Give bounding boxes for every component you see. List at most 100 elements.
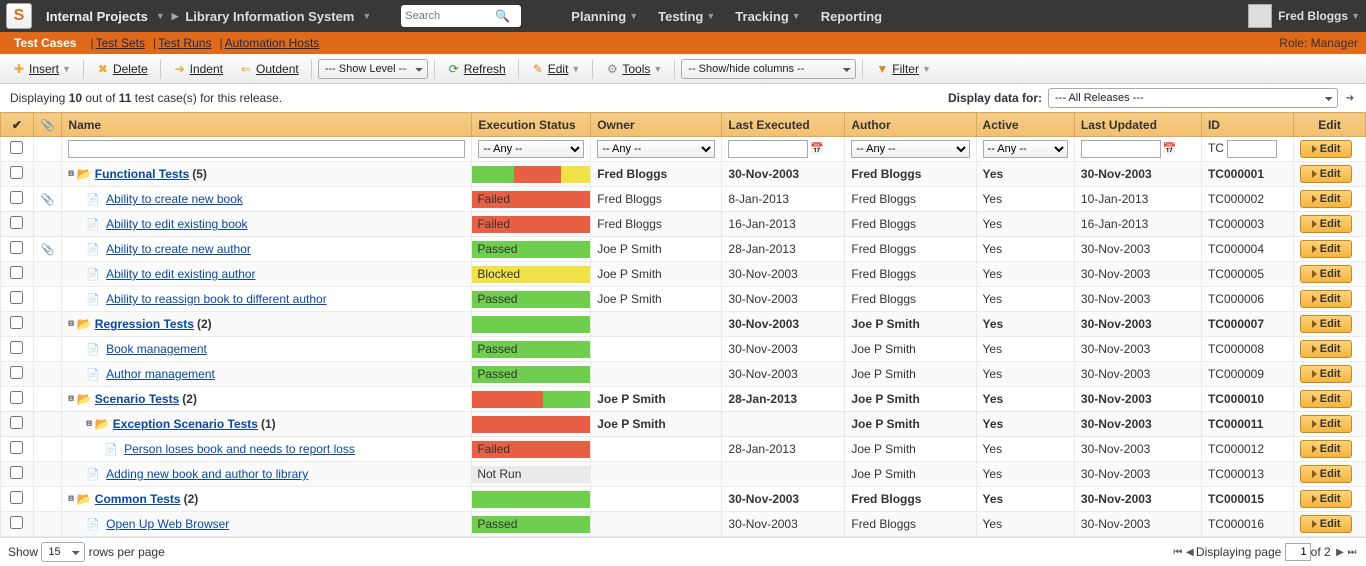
- test-case-link[interactable]: Ability to reassign book to different au…: [106, 292, 327, 306]
- page-input[interactable]: [1285, 543, 1311, 561]
- calendar-icon[interactable]: 📅: [1163, 143, 1177, 155]
- row-checkbox[interactable]: [10, 291, 23, 304]
- col-last-updated[interactable]: Last Updated: [1074, 113, 1201, 137]
- edit-row-button[interactable]: Edit: [1300, 490, 1352, 508]
- row-checkbox[interactable]: [10, 266, 23, 279]
- calendar-icon[interactable]: 📅: [810, 143, 824, 155]
- last-page-icon[interactable]: ⏭: [1346, 546, 1358, 559]
- app-logo[interactable]: S: [6, 3, 32, 29]
- filter-lastexec-input[interactable]: [728, 140, 808, 158]
- test-case-link[interactable]: Open Up Web Browser: [106, 517, 229, 531]
- filter-owner-select[interactable]: -- Any --: [597, 140, 715, 158]
- col-owner[interactable]: Owner: [591, 113, 722, 137]
- show-level-select[interactable]: --- Show Level ---: [318, 59, 428, 79]
- tab-automation-hosts[interactable]: Automation Hosts: [225, 36, 320, 50]
- test-folder-link[interactable]: Exception Scenario Tests: [113, 417, 258, 431]
- row-checkbox[interactable]: [10, 491, 23, 504]
- test-case-link[interactable]: Adding new book and author to library: [106, 467, 308, 481]
- select-all-checkbox[interactable]: [10, 141, 23, 154]
- edit-row-button[interactable]: Edit: [1300, 365, 1352, 383]
- prev-page-icon[interactable]: ◀: [1184, 546, 1196, 559]
- expand-icon[interactable]: ⊟: [68, 494, 73, 504]
- test-folder-link[interactable]: Regression Tests: [95, 317, 194, 331]
- test-case-link[interactable]: Ability to create new book: [106, 192, 243, 206]
- col-exec-status[interactable]: Execution Status: [472, 113, 591, 137]
- col-id[interactable]: ID: [1201, 113, 1293, 137]
- filter-name-input[interactable]: [68, 140, 465, 158]
- row-checkbox[interactable]: [10, 466, 23, 479]
- row-checkbox[interactable]: [10, 166, 23, 179]
- test-case-link[interactable]: Ability to create new author: [106, 242, 251, 256]
- row-checkbox[interactable]: [10, 316, 23, 329]
- edit-row-button[interactable]: Edit: [1300, 390, 1352, 408]
- row-checkbox[interactable]: [10, 191, 23, 204]
- filter-edit-button[interactable]: Edit: [1300, 140, 1352, 158]
- row-checkbox[interactable]: [10, 516, 23, 529]
- row-checkbox[interactable]: [10, 216, 23, 229]
- test-case-link[interactable]: Person loses book and needs to report lo…: [124, 442, 355, 456]
- chevron-down-icon[interactable]: ▼: [156, 11, 165, 21]
- col-active[interactable]: Active: [976, 113, 1074, 137]
- refresh-button[interactable]: ⟳Refresh: [441, 60, 512, 78]
- tab-test-sets[interactable]: Test Sets: [96, 36, 145, 50]
- insert-button[interactable]: ✚Insert▼: [6, 60, 77, 78]
- search-input[interactable]: [405, 10, 495, 22]
- edit-row-button[interactable]: Edit: [1300, 440, 1352, 458]
- nav-planning[interactable]: Planning▼: [571, 9, 638, 24]
- row-checkbox[interactable]: [10, 341, 23, 354]
- test-folder-link[interactable]: Common Tests: [95, 492, 181, 506]
- expand-icon[interactable]: ⊟: [68, 319, 73, 329]
- go-icon[interactable]: ➔: [1344, 92, 1356, 105]
- test-case-link[interactable]: Author management: [106, 367, 215, 381]
- rows-per-page-select[interactable]: 15: [41, 542, 85, 562]
- edit-row-button[interactable]: Edit: [1300, 290, 1352, 308]
- breadcrumb-project-name[interactable]: Library Information System: [185, 9, 354, 24]
- test-folder-link[interactable]: Functional Tests: [95, 167, 189, 181]
- search-box[interactable]: 🔍: [401, 5, 521, 27]
- indent-button[interactable]: ➔Indent: [167, 60, 229, 78]
- expand-icon[interactable]: ⊟: [68, 169, 73, 179]
- test-case-link[interactable]: Ability to edit existing author: [106, 267, 255, 281]
- edit-row-button[interactable]: Edit: [1300, 265, 1352, 283]
- filter-lastupd-input[interactable]: [1081, 140, 1161, 158]
- nav-tracking[interactable]: Tracking▼: [735, 9, 800, 24]
- filter-button[interactable]: ▼Filter▼: [869, 60, 937, 78]
- filter-active-select[interactable]: -- Any --: [983, 140, 1068, 158]
- edit-row-button[interactable]: Edit: [1300, 340, 1352, 358]
- filter-author-select[interactable]: -- Any --: [851, 140, 969, 158]
- edit-row-button[interactable]: Edit: [1300, 515, 1352, 533]
- breadcrumb-projects[interactable]: Internal Projects: [46, 9, 148, 24]
- test-folder-link[interactable]: Scenario Tests: [95, 392, 179, 406]
- row-checkbox[interactable]: [10, 416, 23, 429]
- test-case-link[interactable]: Book management: [106, 342, 207, 356]
- nav-testing[interactable]: Testing▼: [658, 9, 715, 24]
- edit-row-button[interactable]: Edit: [1300, 240, 1352, 258]
- edit-row-button[interactable]: Edit: [1300, 415, 1352, 433]
- tab-test-cases[interactable]: Test Cases: [8, 33, 82, 53]
- releases-select[interactable]: --- All Releases ---: [1048, 88, 1338, 108]
- edit-menu-button[interactable]: ✎Edit▼: [525, 60, 587, 78]
- first-page-icon[interactable]: ⏮: [1172, 546, 1184, 559]
- row-checkbox[interactable]: [10, 441, 23, 454]
- filter-id-input[interactable]: [1227, 140, 1277, 158]
- col-check[interactable]: ✔: [1, 113, 34, 137]
- search-icon[interactable]: 🔍: [495, 9, 510, 23]
- show-hide-columns-select[interactable]: -- Show/hide columns --: [681, 59, 856, 79]
- edit-row-button[interactable]: Edit: [1300, 465, 1352, 483]
- edit-row-button[interactable]: Edit: [1300, 215, 1352, 233]
- col-attach[interactable]: 📎: [33, 113, 62, 137]
- col-author[interactable]: Author: [845, 113, 976, 137]
- expand-icon[interactable]: ⊟: [68, 394, 73, 404]
- edit-row-button[interactable]: Edit: [1300, 315, 1352, 333]
- edit-row-button[interactable]: Edit: [1300, 165, 1352, 183]
- row-checkbox[interactable]: [10, 241, 23, 254]
- tab-test-runs[interactable]: Test Runs: [158, 36, 211, 50]
- filter-exec-select[interactable]: -- Any --: [478, 140, 584, 158]
- row-checkbox[interactable]: [10, 366, 23, 379]
- nav-reporting[interactable]: Reporting: [821, 9, 882, 24]
- test-case-link[interactable]: Ability to edit existing book: [106, 217, 247, 231]
- user-menu[interactable]: Fred Bloggs▼: [1248, 4, 1360, 28]
- tools-menu-button[interactable]: ⚙Tools▼: [599, 60, 668, 78]
- row-checkbox[interactable]: [10, 391, 23, 404]
- outdent-button[interactable]: ⇐Outdent: [233, 60, 305, 78]
